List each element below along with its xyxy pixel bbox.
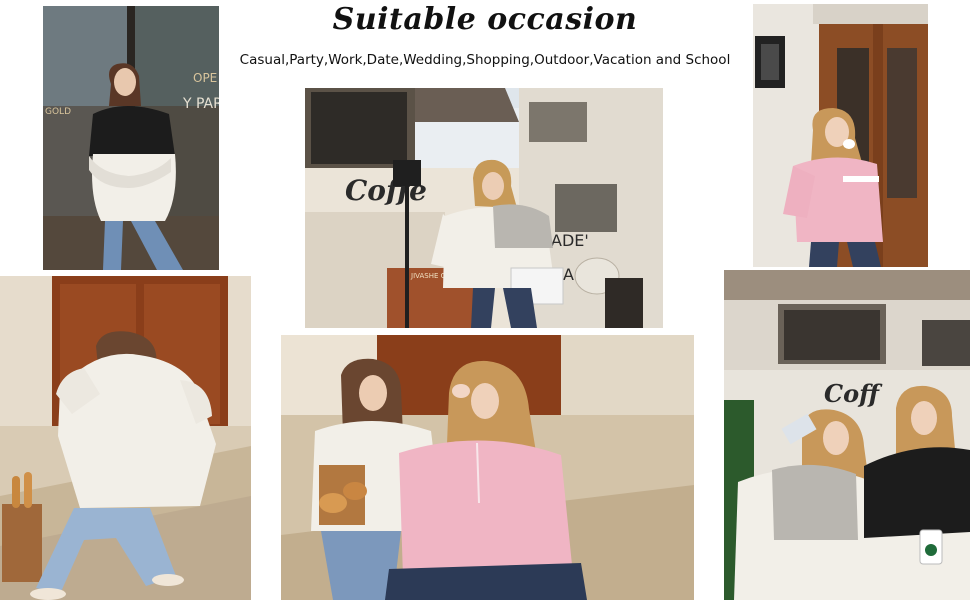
- photo-hoodies-friends-coffee-shop: Coff: [724, 270, 970, 600]
- photo-white-pink-hoodies-sitting: [281, 335, 694, 600]
- sign-left-text: GOLD: [45, 107, 71, 117]
- photo-gray-white-hoodie-coffee-shop: Coffe ADE' A JIVASHE CHIN: [305, 88, 663, 328]
- photo-pink-hoodie-doorway: [753, 4, 928, 267]
- photo-white-hoodie-sitting-bread: [0, 276, 251, 600]
- photo-black-white-hoodie-doorway: OPE Y PAR GOLD: [43, 6, 219, 270]
- shop-sign-text-2: Coff: [824, 379, 883, 408]
- sign-mid-text: Y PAR: [182, 96, 219, 112]
- wall-letter: A: [563, 265, 574, 284]
- occasion-list: Casual,Party,Work,Date,Wedding,Shopping,…: [239, 52, 731, 68]
- sign-top-text: OPE: [193, 71, 217, 85]
- page-title: Suitable occasion: [332, 2, 638, 37]
- wall-text: ADE': [551, 231, 589, 250]
